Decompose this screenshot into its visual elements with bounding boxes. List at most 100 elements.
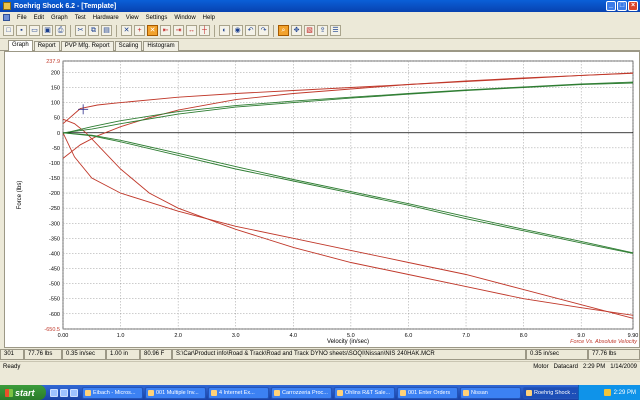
series-line-green-5 bbox=[62, 81, 634, 134]
taskbar-button[interactable]: Carrozzeria Proc... bbox=[271, 386, 332, 399]
y-tick-label: 150 bbox=[51, 86, 60, 92]
menu-hardware[interactable]: Hardware bbox=[93, 15, 119, 21]
readout-temperature: 80.96 F bbox=[140, 349, 172, 360]
y-tick-label: -100 bbox=[49, 161, 60, 167]
compress-icon[interactable]: ⇤ bbox=[160, 25, 171, 36]
menu-edit[interactable]: Edit bbox=[34, 15, 44, 21]
y-tick-label: -600 bbox=[49, 312, 60, 318]
tab-report[interactable]: Report bbox=[33, 41, 60, 51]
readout-index: 301 bbox=[0, 349, 24, 360]
status-date: 1/14/2009 bbox=[610, 363, 637, 370]
series-layer bbox=[62, 72, 634, 319]
app-icon bbox=[85, 389, 91, 396]
crosshair-icon[interactable]: + bbox=[134, 25, 145, 36]
pan-icon[interactable]: ✥ bbox=[291, 25, 302, 36]
y-tick-label: -500 bbox=[49, 282, 60, 288]
app-icon bbox=[463, 389, 469, 396]
graph-panel[interactable]: 237.9 200 150 100 50 0 -50 -100 -150 -200 -250 -300… bbox=[4, 51, 640, 348]
app-icon bbox=[337, 389, 343, 396]
zero-icon[interactable]: ┼ bbox=[199, 25, 210, 36]
x-tick-label: 3.0 bbox=[232, 333, 240, 339]
y-tick-label: 100 bbox=[51, 101, 60, 107]
taskbar-button-label: 001 Enter Orders bbox=[408, 389, 451, 396]
y-tick-label: 237.9 bbox=[46, 59, 60, 65]
rebound-icon[interactable]: ⇥ bbox=[173, 25, 184, 36]
crosshair-cursor[interactable] bbox=[78, 104, 89, 115]
x-tick-label: 1.0 bbox=[117, 333, 125, 339]
toolbar-divider bbox=[116, 24, 117, 37]
undo-icon[interactable]: ↶ bbox=[245, 25, 256, 36]
app-icon bbox=[526, 389, 532, 396]
start-label: start bbox=[15, 387, 35, 398]
color-icon[interactable]: ▧ bbox=[304, 25, 315, 36]
taskbar-button[interactable]: Nissan bbox=[460, 386, 521, 399]
tab-scaling[interactable]: Scaling bbox=[114, 41, 143, 51]
tray-icon[interactable] bbox=[603, 389, 611, 396]
app-icon bbox=[400, 389, 406, 396]
close-button[interactable]: × bbox=[628, 1, 638, 11]
taskbar-button[interactable]: Roehrig Shock ... bbox=[523, 386, 584, 399]
pvp-icon[interactable]: ✕ bbox=[147, 25, 158, 36]
y-tick-label: -250 bbox=[49, 206, 60, 212]
tray-clock: 2:29 PM bbox=[613, 389, 636, 396]
app-icon bbox=[211, 389, 217, 396]
x-tick-label: 0.00 bbox=[58, 333, 69, 339]
menu-test[interactable]: Test bbox=[75, 15, 86, 21]
force-velocity-chart[interactable]: 237.9 200 150 100 50 0 -50 -100 -150 -200 -250 -300… bbox=[5, 52, 639, 347]
save-as-icon[interactable]: ▣ bbox=[42, 25, 53, 36]
menu-window[interactable]: Window bbox=[174, 15, 195, 21]
tab-histogram[interactable]: Histogram bbox=[143, 41, 179, 51]
quick-launch-ie-icon[interactable] bbox=[50, 388, 58, 397]
datacard-icon[interactable]: ◉ bbox=[232, 25, 243, 36]
x-tick-label: 7.0 bbox=[462, 333, 470, 339]
copy-icon[interactable]: ⧉ bbox=[88, 25, 99, 36]
paste-icon[interactable]: ▤ bbox=[101, 25, 112, 36]
readout-velocity: 0.35 in/sec bbox=[62, 349, 106, 360]
app-icon bbox=[3, 2, 11, 10]
taskbar-button-label: Carrozzeria Proc... bbox=[282, 389, 328, 396]
readout-force: 77.76 lbs bbox=[24, 349, 62, 360]
cut-icon[interactable]: ✂ bbox=[75, 25, 86, 36]
taskbar-button[interactable]: Ohlins R&T Sale... bbox=[334, 386, 395, 399]
taskbar-button[interactable]: 001 Multiple Inv... bbox=[145, 386, 206, 399]
menu-settings[interactable]: Settings bbox=[146, 15, 168, 21]
export-icon[interactable]: ⇪ bbox=[317, 25, 328, 36]
menu-help[interactable]: Help bbox=[203, 15, 215, 21]
taskbar-button[interactable]: 4 Internet Ex... bbox=[208, 386, 269, 399]
open-icon[interactable]: ▭ bbox=[29, 25, 40, 36]
toolbar-divider bbox=[214, 24, 215, 37]
maximize-button[interactable]: □ bbox=[617, 1, 627, 11]
taskbar-button[interactable]: Eibach - Micros... bbox=[82, 386, 143, 399]
y-axis-label: Force (lbs) bbox=[17, 181, 23, 210]
windows-logo-icon bbox=[5, 388, 13, 397]
save-icon[interactable]: ▪ bbox=[16, 25, 27, 36]
start-button[interactable]: start bbox=[0, 385, 46, 400]
delete-icon[interactable]: ✕ bbox=[121, 25, 132, 36]
absolute-icon[interactable]: ↔ bbox=[186, 25, 197, 36]
menu-graph[interactable]: Graph bbox=[51, 15, 68, 21]
minimize-button[interactable]: _ bbox=[606, 1, 616, 11]
motor-icon[interactable]: ◐ bbox=[219, 25, 230, 36]
y-tick-label: 200 bbox=[51, 70, 60, 76]
readout-velocity-secondary: 0.35 in/sec bbox=[526, 349, 588, 360]
status-text: Ready bbox=[3, 363, 21, 370]
menu-file[interactable]: File bbox=[17, 15, 27, 21]
y-tick-label: -300 bbox=[49, 221, 60, 227]
legend-icon[interactable]: ☰ bbox=[330, 25, 341, 36]
menu-view[interactable]: View bbox=[126, 15, 139, 21]
document-icon[interactable] bbox=[3, 14, 10, 21]
tab-graph[interactable]: Graph bbox=[8, 40, 33, 51]
zoom-icon[interactable]: ⌕ bbox=[278, 25, 289, 36]
new-icon[interactable]: □ bbox=[3, 25, 14, 36]
tab-pvp-mfg-report[interactable]: PVP Mfg. Report bbox=[60, 41, 114, 51]
quick-launch-desktop-icon[interactable] bbox=[60, 388, 68, 397]
quick-launch-outlook-icon[interactable] bbox=[70, 388, 78, 397]
taskbar-button[interactable]: 001 Enter Orders bbox=[397, 386, 458, 399]
quick-launch bbox=[50, 388, 78, 397]
datacard-status: Datacard bbox=[553, 363, 578, 370]
taskbar-button-label: Ohlins R&T Sale... bbox=[345, 389, 391, 396]
taskbar-button-label: 4 Internet Ex... bbox=[219, 389, 255, 396]
print-icon[interactable]: ⎙ bbox=[55, 25, 66, 36]
menu-bar: File Edit Graph Test Hardware View Setti… bbox=[0, 12, 640, 23]
redo-icon[interactable]: ↷ bbox=[258, 25, 269, 36]
